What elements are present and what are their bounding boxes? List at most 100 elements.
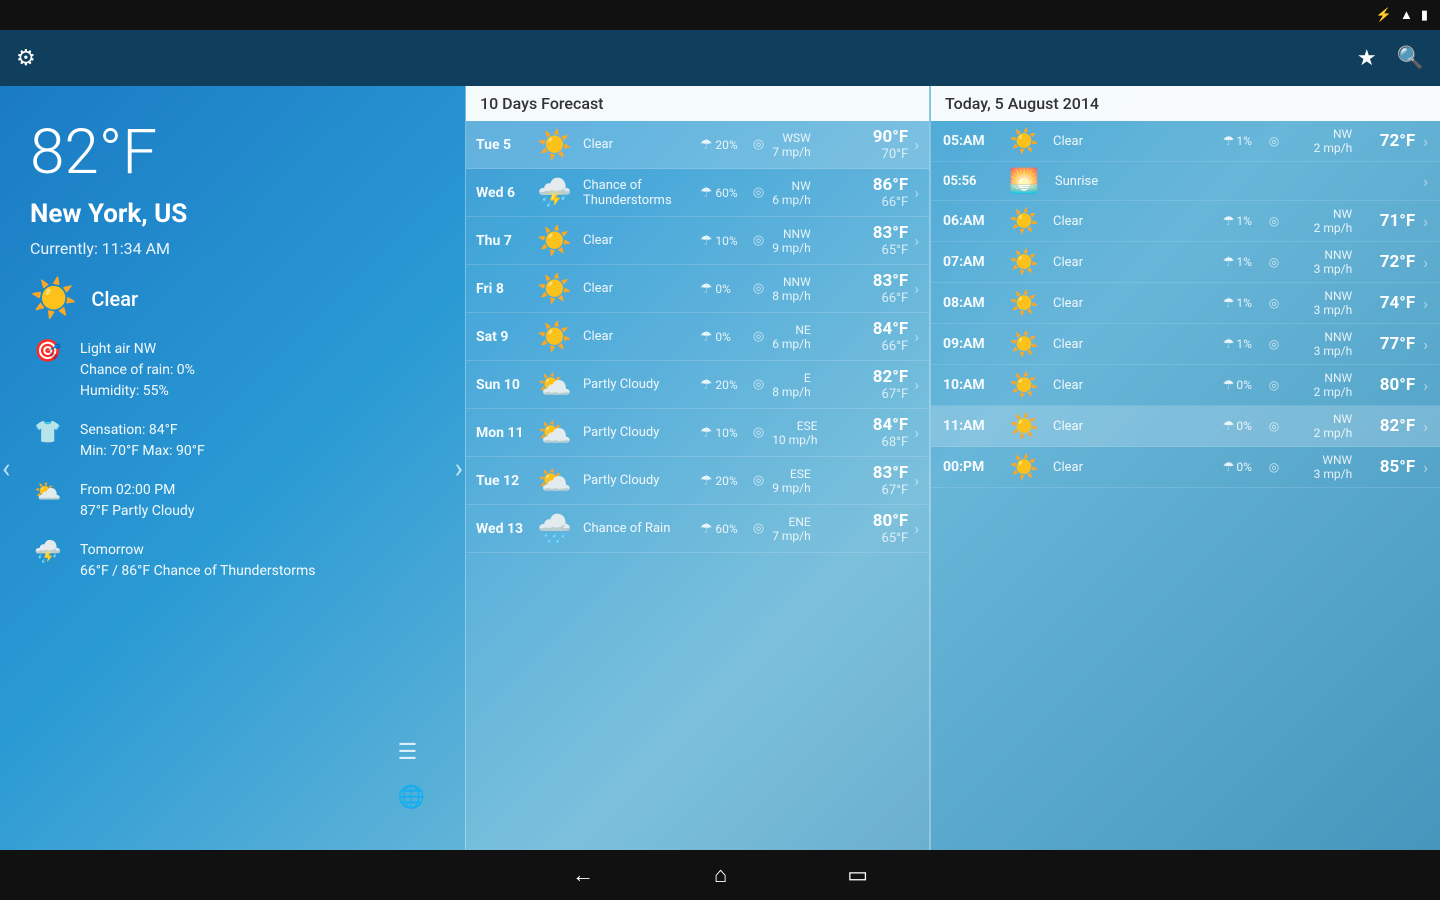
hour-umbrella-icon: ☂ — [1223, 460, 1235, 475]
hour-wind-icon: ◎ — [1269, 134, 1279, 148]
hour-row-arrow: › — [1423, 212, 1428, 231]
top-bar: ⚙ ★ 🔍 — [0, 30, 1440, 86]
hourly-row[interactable]: 10:AM ☀️ Clear ☂ 0% ◎ NNW2 mp/h 80°F › — [931, 365, 1440, 406]
hourly-row[interactable]: 05:AM ☀️ Clear ☂ 1% ◎ NW2 mp/h 72°F › — [931, 121, 1440, 162]
day-wind-info: E8 mp/h — [772, 371, 837, 399]
row-arrow-icon: › — [914, 471, 919, 490]
forecast-day-row[interactable]: Sun 10 ⛅ Partly Cloudy ☂ 20% ◎ E8 mp/h 8… — [466, 361, 929, 409]
favorite-icon[interactable]: ★ — [1357, 46, 1377, 71]
wind-circle-icon: ◎ — [753, 137, 764, 152]
forecast-day-row[interactable]: Tue 5 ☀️ Clear ☂ 20% ◎ WSW7 mp/h 90°F 70… — [466, 121, 929, 169]
main-content: ‹ › 82°F New York, US Currently: 11:34 A… — [0, 86, 1440, 850]
sunrise-arrow: › — [1423, 172, 1428, 191]
hour-rain-info: ☂ 1% — [1223, 296, 1261, 311]
hourly-row[interactable]: 07:AM ☀️ Clear ☂ 1% ◎ NNW3 mp/h 72°F › — [931, 242, 1440, 283]
hour-weather-icon: ☀️ — [1009, 206, 1045, 236]
hour-row-arrow: › — [1423, 294, 1428, 313]
hour-umbrella-icon: ☂ — [1223, 378, 1235, 393]
list-icon[interactable]: ☰ — [398, 740, 425, 765]
day-condition: Chance of Thunderstorms — [583, 178, 694, 208]
day-condition: Clear — [583, 281, 694, 296]
umbrella-icon: ☂ — [700, 377, 713, 393]
settings-icon[interactable]: ⚙ — [16, 46, 36, 71]
forecast-day-row[interactable]: Sat 9 ☀️ Clear ☂ 0% ◎ NE6 mp/h 84°F 66°F… — [466, 313, 929, 361]
wind-circle-icon: ◎ — [753, 329, 764, 344]
day-condition: Partly Cloudy — [583, 425, 694, 440]
forecast-day-row[interactable]: Tue 12 ⛅ Partly Cloudy ☂ 20% ◎ ESE9 mp/h… — [466, 457, 929, 505]
day-wind-info: NW6 mp/h — [772, 179, 837, 207]
day-weather-icon: 🌧️ — [537, 512, 577, 545]
day-condition: Partly Cloudy — [583, 377, 694, 392]
hour-temperature: 85°F — [1360, 457, 1415, 477]
hour-condition: Clear — [1053, 255, 1215, 270]
current-condition-row: ☀️ Clear — [30, 273, 445, 325]
back-button[interactable]: ← — [572, 862, 594, 888]
home-button[interactable]: ⌂ — [714, 862, 727, 888]
day-weather-icon: ⛈️ — [537, 176, 577, 209]
day-temp-range: 82°F 67°F — [843, 367, 908, 402]
sunrise-icon: 🌅 — [1009, 167, 1039, 195]
wifi-icon: ▲ — [1400, 7, 1413, 23]
battery-icon: ▮ — [1421, 8, 1428, 23]
current-condition-label: Clear — [91, 287, 138, 311]
hour-condition: Clear — [1053, 460, 1215, 475]
day-weather-icon: ⛅ — [537, 368, 577, 401]
wind-info-row: 🎯 Light air NW Chance of rain: 0% Humidi… — [30, 335, 445, 406]
current-weather-icon: ☀️ — [30, 277, 77, 321]
hourly-rows: 05:AM ☀️ Clear ☂ 1% ◎ NW2 mp/h 72°F › 05… — [931, 121, 1440, 488]
hour-weather-icon: ☀️ — [1009, 247, 1045, 277]
hourly-row[interactable]: 06:AM ☀️ Clear ☂ 1% ◎ NW2 mp/h 71°F › — [931, 201, 1440, 242]
day-temp-range: 83°F 66°F — [843, 271, 908, 306]
prev-location-arrow[interactable]: ‹ — [2, 452, 10, 485]
forecast-day-row[interactable]: Wed 13 🌧️ Chance of Rain ☂ 60% ◎ ENE7 mp… — [466, 505, 929, 553]
later-icon: ⛅ — [30, 480, 66, 505]
forecast-day-row[interactable]: Fri 8 ☀️ Clear ☂ 0% ◎ NNW8 mp/h 83°F 66°… — [466, 265, 929, 313]
nav-bar: ← ⌂ ▭ — [0, 850, 1440, 900]
current-time: Currently: 11:34 AM — [30, 239, 445, 258]
hourly-row[interactable]: 08:AM ☀️ Clear ☂ 1% ◎ NNW3 mp/h 74°F › — [931, 283, 1440, 324]
later-details: From 02:00 PM 87°F Partly Cloudy — [80, 480, 194, 522]
globe-icon[interactable]: 🌐 — [398, 785, 425, 810]
search-icon[interactable]: 🔍 — [1397, 46, 1424, 71]
hour-condition: Clear — [1053, 378, 1215, 393]
day-wind-info: ENE7 mp/h — [772, 515, 837, 543]
hour-rain-info: ☂ 1% — [1223, 337, 1261, 352]
day-condition: Partly Cloudy — [583, 473, 694, 488]
hour-time-label: 08:AM — [943, 295, 1001, 311]
wind-circle-icon: ◎ — [753, 281, 764, 296]
tomorrow-details: Tomorrow 66°F / 86°F Chance of Thunderst… — [80, 540, 316, 582]
forecast-day-row[interactable]: Mon 11 ⛅ Partly Cloudy ☂ 10% ◎ ESE10 mp/… — [466, 409, 929, 457]
hour-wind-icon: ◎ — [1269, 337, 1279, 351]
hour-weather-icon: ☀️ — [1009, 370, 1045, 400]
hourly-panel: Today, 5 August 2014 05:AM ☀️ Clear ☂ 1%… — [930, 86, 1440, 850]
hour-weather-icon: ☀️ — [1009, 411, 1045, 441]
hour-wind-info: NNW3 mp/h — [1287, 289, 1352, 317]
day-temp-high: 84°F — [843, 415, 908, 435]
day-temp-range: 90°F 70°F — [843, 127, 908, 162]
hourly-row[interactable]: 11:AM ☀️ Clear ☂ 0% ◎ NW2 mp/h 82°F › — [931, 406, 1440, 447]
hour-rain-info: ☂ 0% — [1223, 419, 1261, 434]
recents-button[interactable]: ▭ — [847, 863, 868, 888]
hour-temperature: 72°F — [1360, 131, 1415, 151]
wind-circle-icon: ◎ — [753, 473, 764, 488]
sunrise-time: 05:56 — [943, 174, 1001, 189]
hour-umbrella-icon: ☂ — [1223, 214, 1235, 229]
hourly-row[interactable]: 00:PM ☀️ Clear ☂ 0% ◎ WNW3 mp/h 85°F › — [931, 447, 1440, 488]
day-condition: Clear — [583, 233, 694, 248]
forecast-day-row[interactable]: Wed 6 ⛈️ Chance of Thunderstorms ☂ 60% ◎… — [466, 169, 929, 217]
day-wind-info: NNW9 mp/h — [772, 227, 837, 255]
next-location-arrow[interactable]: › — [455, 452, 463, 485]
status-bar: ⚡ ▲ ▮ — [0, 0, 1440, 30]
day-rain-info: ☂ 20% — [700, 377, 745, 393]
hour-temperature: 72°F — [1360, 252, 1415, 272]
forecast-day-row[interactable]: Thu 7 ☀️ Clear ☂ 10% ◎ NNW9 mp/h 83°F 65… — [466, 217, 929, 265]
hour-temperature: 74°F — [1360, 293, 1415, 313]
hour-umbrella-icon: ☂ — [1223, 337, 1235, 352]
hourly-row[interactable]: 09:AM ☀️ Clear ☂ 1% ◎ NNW3 mp/h 77°F › — [931, 324, 1440, 365]
min-max-label: Min: 70°F Max: 90°F — [80, 441, 205, 462]
hour-wind-icon: ◎ — [1269, 296, 1279, 310]
umbrella-icon: ☂ — [700, 185, 713, 201]
day-temp-low: 66°F — [843, 291, 908, 306]
tomorrow-label: Tomorrow — [80, 540, 316, 561]
day-weather-icon: ☀️ — [537, 320, 577, 353]
